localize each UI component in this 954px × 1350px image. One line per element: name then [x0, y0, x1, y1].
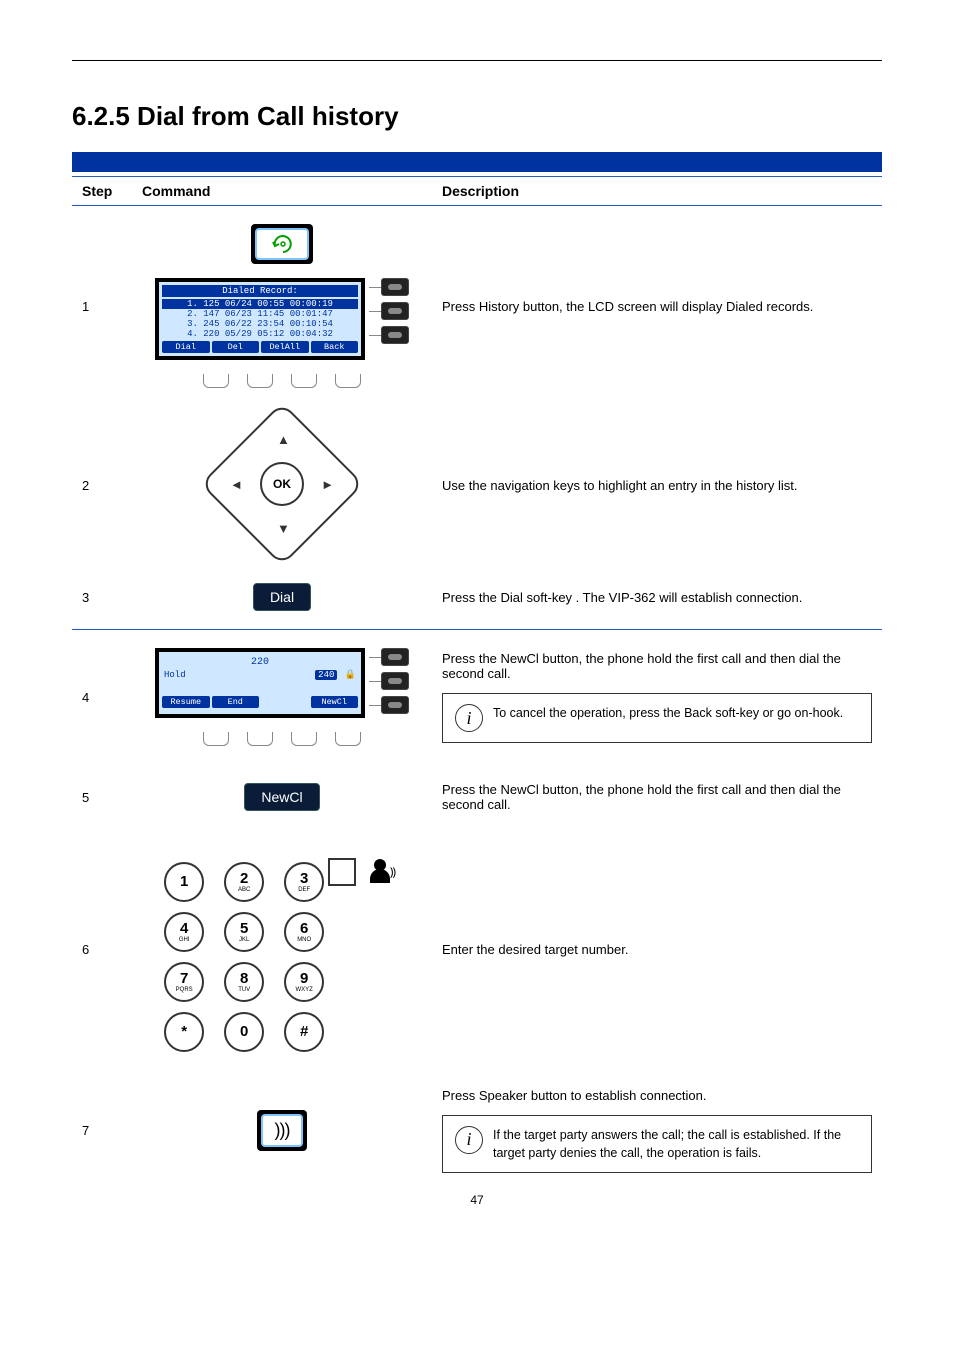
softkey-shape — [203, 374, 229, 388]
softkey-shape — [335, 732, 361, 746]
step-num: 4 — [72, 630, 132, 765]
info-text: If the target party answers the call; th… — [493, 1126, 859, 1162]
lcd-dialed-record: Dialed Record: 1. 125 06/24 00:55 00:00:… — [155, 278, 409, 388]
key-2[interactable]: 2ABC — [224, 862, 264, 902]
line-key-icon — [381, 326, 409, 344]
table-row: 4 220 Hold 240 — [72, 630, 882, 765]
key-pound[interactable]: # — [284, 1012, 324, 1052]
info-text: To cancel the operation, press the Back … — [493, 704, 843, 722]
key-9[interactable]: 9WXYZ — [284, 962, 324, 1002]
softkey-shape — [291, 374, 317, 388]
step-num: 5 — [72, 764, 132, 830]
speaker-icon: ))) — [275, 1120, 290, 1141]
step-desc: Press History button, the LCD screen wil… — [432, 206, 882, 407]
arrow-right-icon[interactable]: ► — [321, 477, 334, 492]
info-box: i To cancel the operation, press the Bac… — [442, 693, 872, 743]
step-desc: Press the Dial soft-key . The VIP-362 wi… — [432, 565, 882, 630]
lcd-softkey: Back — [311, 341, 359, 353]
step-desc: Press Speaker button to establish connec… — [442, 1088, 872, 1103]
list-item: 1. 125 06/24 00:55 00:00:19 — [162, 299, 358, 309]
lcd-softkey: Del — [212, 341, 260, 353]
softkey-shape — [247, 732, 273, 746]
table-row: 1 — [72, 206, 882, 407]
info-box: i If the target party answers the call; … — [442, 1115, 872, 1173]
lcd-status: Hold — [164, 670, 186, 680]
voice-icon: ⸩ — [370, 859, 400, 885]
line-key-icon — [381, 696, 409, 714]
line-key-icon — [381, 278, 409, 296]
table-row: 7 ))) Press Speaker button to establish … — [72, 1070, 882, 1191]
history-button[interactable] — [251, 224, 313, 264]
step-num: 1 — [72, 206, 132, 407]
key-6[interactable]: 6MNO — [284, 912, 324, 952]
lcd-softkey: Dial — [162, 341, 210, 353]
newcl-softkey[interactable]: NewCl — [244, 783, 319, 811]
softkey-shape — [291, 732, 317, 746]
lock-icon: 🔒 — [345, 670, 356, 680]
line-key-icon — [381, 648, 409, 666]
step-num: 3 — [72, 565, 132, 630]
key-star[interactable]: * — [164, 1012, 204, 1052]
line-key-icon — [381, 302, 409, 320]
line-key-icon — [381, 672, 409, 690]
key-0[interactable]: 0 — [224, 1012, 264, 1052]
col-step: Step — [72, 177, 132, 206]
table-row: 5 NewCl Press the NewCl button, the phon… — [72, 764, 882, 830]
softkey-shape — [335, 374, 361, 388]
arrow-up-icon[interactable]: ▲ — [277, 432, 290, 447]
table-title-bar — [72, 152, 882, 172]
table-row: 6 1 2ABC 3DEF 4GHI 5JKL 6MNO 7PQRS 8TUV … — [72, 830, 882, 1070]
key-3[interactable]: 3DEF — [284, 862, 324, 902]
ok-button[interactable]: OK — [260, 462, 304, 506]
list-item: 2. 147 06/23 11:45 00:01:47 — [162, 309, 358, 319]
lcd-hold: 220 Hold 240 🔒 R — [155, 648, 409, 746]
arrow-down-icon[interactable]: ▼ — [277, 521, 290, 536]
key-4[interactable]: 4GHI — [164, 912, 204, 952]
step-num: 7 — [72, 1070, 132, 1191]
softkey-shape — [247, 374, 273, 388]
lcd-softkey: Resume — [162, 696, 210, 708]
top-rule — [72, 60, 882, 61]
info-icon: i — [455, 704, 483, 732]
dial-keypad[interactable]: 1 2ABC 3DEF 4GHI 5JKL 6MNO 7PQRS 8TUV 9W… — [164, 862, 324, 1052]
step-desc: Press the NewCl button, the phone hold t… — [432, 764, 882, 830]
navigation-pad[interactable]: OK ▲ ▼ ◄ ► — [222, 424, 342, 544]
dial-softkey[interactable]: Dial — [253, 583, 311, 611]
info-icon: i — [455, 1126, 483, 1154]
key-8[interactable]: 8TUV — [224, 962, 264, 1002]
page-number: 47 — [470, 1193, 483, 1207]
key-7[interactable]: 7PQRS — [164, 962, 204, 1002]
step-desc: Press the NewCl button, the phone hold t… — [442, 651, 872, 681]
section-title: 6.2.5 Dial from Call history — [72, 101, 882, 132]
list-item: 4. 220 05/29 05:12 00:04:32 — [162, 329, 358, 339]
key-5[interactable]: 5JKL — [224, 912, 264, 952]
col-desc: Description — [432, 177, 882, 206]
lcd-softkey: NewCl — [311, 696, 359, 708]
lcd-title: Dialed Record: — [162, 285, 358, 297]
table-row: 3 Dial Press the Dial soft-key . The VIP… — [72, 565, 882, 630]
col-command: Command — [132, 177, 432, 206]
softkey-shape — [203, 732, 229, 746]
lcd-softkey: DelAll — [261, 341, 309, 353]
step-num: 2 — [72, 406, 132, 565]
lcd-badge: 240 — [315, 670, 337, 680]
step-desc: Use the navigation keys to highlight an … — [432, 406, 882, 565]
key-1[interactable]: 1 — [164, 862, 204, 902]
table-row: 2 OK ▲ ▼ ◄ ► Use the navigation keys to … — [72, 406, 882, 565]
step-num: 6 — [72, 830, 132, 1070]
arrow-left-icon[interactable]: ◄ — [230, 477, 243, 492]
list-item: 3. 245 06/22 23:54 00:10:54 — [162, 319, 358, 329]
lcd-softkey — [261, 696, 309, 708]
history-icon — [269, 234, 295, 254]
lcd-ext: 220 — [162, 655, 358, 670]
steps-table: Step Command Description 1 — [72, 176, 882, 1191]
speaker-button[interactable]: ))) — [257, 1110, 308, 1151]
blank-key-icon — [328, 858, 356, 886]
lcd-softkey: End — [212, 696, 260, 708]
step-desc: Enter the desired target number. — [432, 830, 882, 1070]
